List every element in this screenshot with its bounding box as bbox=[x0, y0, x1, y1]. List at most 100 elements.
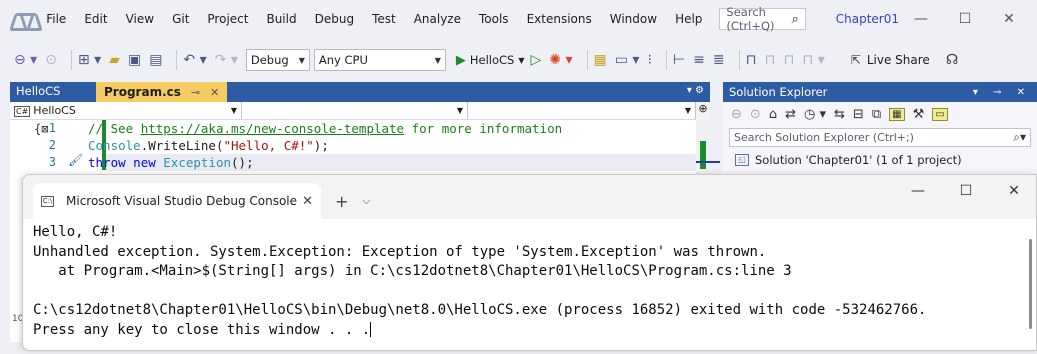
save-all-icon[interactable]: ▤ bbox=[149, 52, 162, 68]
run-target-label: HelloCS bbox=[469, 53, 515, 67]
redo-icon[interactable]: ↷ ▾ bbox=[215, 52, 238, 68]
solution-explorer-search[interactable]: Search Solution Explorer (Ctrl+;) ⌕▾ bbox=[729, 128, 1031, 147]
solution-name: Chapter01 bbox=[835, 12, 899, 26]
console-prompt-line: Press any key to close this window . . . bbox=[33, 321, 1028, 341]
toolbar-separator bbox=[586, 50, 588, 70]
navigation-bar: C# HelloCS ▼ ▼ ▼ bbox=[10, 102, 710, 120]
undo-icon[interactable]: ↶ ▾ bbox=[183, 52, 206, 68]
menu-test[interactable]: Test bbox=[363, 12, 405, 26]
feedback-icon[interactable]: ☊ bbox=[946, 52, 958, 68]
chevron-down-icon: ▼ bbox=[684, 106, 691, 115]
menu-git[interactable]: Git bbox=[163, 12, 198, 26]
toolbar-separator bbox=[738, 50, 740, 70]
comment-icon[interactable]: ≡ bbox=[693, 52, 705, 68]
split-editor-icon[interactable]: ⊕ bbox=[696, 102, 710, 120]
platform-value: Any CPU bbox=[318, 53, 368, 67]
code-area[interactable]: 1 // See https://aka.ms/new-console-templ… bbox=[10, 120, 710, 170]
menu-view[interactable]: View bbox=[117, 12, 163, 26]
console-tab[interactable]: C:\ Microsoft Visual Studio Debug Consol… bbox=[33, 183, 321, 219]
show-all-files-icon[interactable]: ⧉ bbox=[872, 107, 881, 122]
solution-node[interactable]: ◱ Solution 'Chapter01' (1 of 1 project) bbox=[735, 153, 1037, 167]
search-placeholder: Search (Ctrl+Q) bbox=[726, 5, 775, 33]
end-token: ); bbox=[313, 137, 329, 153]
code-line: 2 Console .WriteLine("Hello, C#!"); bbox=[10, 137, 329, 153]
template-link[interactable]: https://aka.ms/new-console-template bbox=[141, 121, 404, 136]
forward-icon[interactable]: ⊙ bbox=[45, 52, 57, 68]
console-window-controls: — ☐ ✕ bbox=[894, 183, 1036, 199]
pin-icon[interactable]: ⊸ bbox=[191, 86, 200, 99]
filter-icon[interactable]: ▦ bbox=[889, 107, 905, 121]
back-icon[interactable]: ⊖ bbox=[731, 107, 742, 122]
minimize-icon[interactable]: — bbox=[894, 183, 942, 199]
live-share-button[interactable]: ⇱ Live Share bbox=[851, 53, 930, 67]
clear-bookmarks-icon[interactable]: ⊓ ▾ bbox=[802, 52, 824, 68]
close-icon[interactable]: ✕ bbox=[987, 11, 1031, 27]
pane-controls-icon[interactable]: ▾ ⊸ ✕ bbox=[973, 87, 1031, 98]
maximize-icon[interactable]: ☐ bbox=[943, 11, 987, 27]
pending-changes-icon[interactable]: ◷ ▾ bbox=[804, 107, 826, 122]
sync-icon[interactable]: ⇆ bbox=[834, 107, 845, 122]
step-icon[interactable]: ⊢ bbox=[673, 52, 685, 68]
layout-icon[interactable]: ▭ ▾ bbox=[615, 52, 640, 68]
menu-window[interactable]: Window bbox=[601, 12, 666, 26]
new-tab-icon[interactable]: + bbox=[335, 183, 348, 219]
switch-views-icon[interactable]: ⇄ bbox=[785, 107, 796, 122]
properties-icon[interactable]: ⚒ bbox=[913, 107, 925, 122]
next-bookmark-icon[interactable]: ⊓ bbox=[783, 52, 794, 68]
tab-overflow-icon[interactable]: ▾ ⚙ bbox=[687, 85, 704, 96]
menu-build[interactable]: Build bbox=[257, 12, 305, 26]
console-line: Press any key to close this window . . . bbox=[33, 321, 371, 338]
save-icon[interactable]: ▣ bbox=[128, 52, 141, 68]
close-icon[interactable]: ✕ bbox=[990, 183, 1036, 199]
collapse-all-icon[interactable]: ⊟ bbox=[853, 107, 864, 122]
comment-suffix: for more information bbox=[404, 120, 563, 136]
menu-project[interactable]: Project bbox=[198, 12, 257, 26]
maximize-icon[interactable]: ☐ bbox=[942, 183, 990, 199]
back-icon[interactable]: ⊖ ▾ bbox=[14, 52, 37, 68]
method-token: .WriteLine( bbox=[140, 137, 224, 153]
line-number: 1 bbox=[48, 121, 56, 135]
console-output[interactable]: Hello, C#! Unhandled exception. System.E… bbox=[23, 219, 1036, 350]
keyword-token: new bbox=[133, 154, 156, 170]
close-tab-icon[interactable]: ✕ bbox=[302, 194, 313, 209]
search-input[interactable]: Search (Ctrl+Q) ⌕ bbox=[719, 5, 806, 33]
start-without-debugging-icon[interactable]: ▷ bbox=[531, 52, 542, 68]
console-scrollbar[interactable] bbox=[1029, 239, 1032, 329]
open-folder-icon[interactable]: ▰ bbox=[109, 52, 120, 68]
forward-icon[interactable]: ⊙ bbox=[750, 107, 761, 122]
menu-file[interactable]: File bbox=[37, 12, 75, 26]
chevron-down-icon[interactable]: ⌵ bbox=[362, 183, 370, 219]
solution-explorer-titlebar: Solution Explorer ▾ ⊸ ✕ bbox=[723, 82, 1037, 102]
solution-explorer-toolbar: ⊖ ⊙ ⌂ ⇄ ◷ ▾ ⇆ ⊟ ⧉ ▦ ⚒ ▭ bbox=[723, 102, 1037, 126]
chevron-down-icon: ▼ bbox=[434, 55, 441, 65]
new-project-icon[interactable]: ⊞ ▾ bbox=[78, 52, 101, 68]
hot-reload-icon[interactable]: ✺ ▾ bbox=[549, 52, 572, 68]
preview-icon[interactable]: ▭ bbox=[932, 107, 948, 121]
menu-help[interactable]: Help bbox=[666, 12, 711, 26]
home-icon[interactable]: ⌂ bbox=[769, 107, 777, 122]
menu-debug[interactable]: Debug bbox=[306, 12, 363, 26]
spell-check-icon[interactable]: ⁝ bbox=[647, 52, 651, 68]
console-titlebar: C:\ Microsoft Visual Studio Debug Consol… bbox=[23, 175, 1036, 219]
menu-analyze[interactable]: Analyze bbox=[405, 12, 470, 26]
project-tab[interactable]: HelloCS bbox=[10, 82, 96, 102]
configuration-select[interactable]: Debug ▼ bbox=[245, 49, 310, 71]
type-nav-select[interactable]: ▼ bbox=[242, 102, 468, 119]
bookmark-icon[interactable]: ⊓ bbox=[746, 52, 757, 68]
window-controls: — ☐ ✕ bbox=[899, 11, 1031, 27]
chevron-down-icon: ▼ bbox=[230, 106, 237, 115]
member-nav-select[interactable]: ▼ bbox=[468, 102, 696, 119]
browse-icon[interactable]: ▦ bbox=[594, 52, 607, 68]
menu-edit[interactable]: Edit bbox=[75, 12, 116, 26]
menu-tools[interactable]: Tools bbox=[470, 12, 518, 26]
tab-program-cs[interactable]: Program.cs ⊸ ✕ bbox=[96, 82, 228, 102]
minimize-icon[interactable]: — bbox=[899, 11, 943, 27]
run-button[interactable]: ▶ HelloCS ▼ bbox=[456, 53, 525, 68]
toolbar: ⊖ ▾ ⊙ ⊞ ▾ ▰ ▣ ▤ ↶ ▾ ↷ ▾ Debug ▼ Any CPU ▼ … bbox=[0, 38, 1037, 82]
menu-extensions[interactable]: Extensions bbox=[518, 12, 601, 26]
prev-bookmark-icon[interactable]: ⊓ bbox=[765, 52, 776, 68]
close-tab-icon[interactable]: ✕ bbox=[210, 86, 219, 99]
platform-select[interactable]: Any CPU ▼ bbox=[313, 49, 446, 71]
uncomment-icon[interactable]: ≣ bbox=[713, 52, 725, 68]
project-nav-select[interactable]: C# HelloCS ▼ bbox=[10, 102, 242, 119]
